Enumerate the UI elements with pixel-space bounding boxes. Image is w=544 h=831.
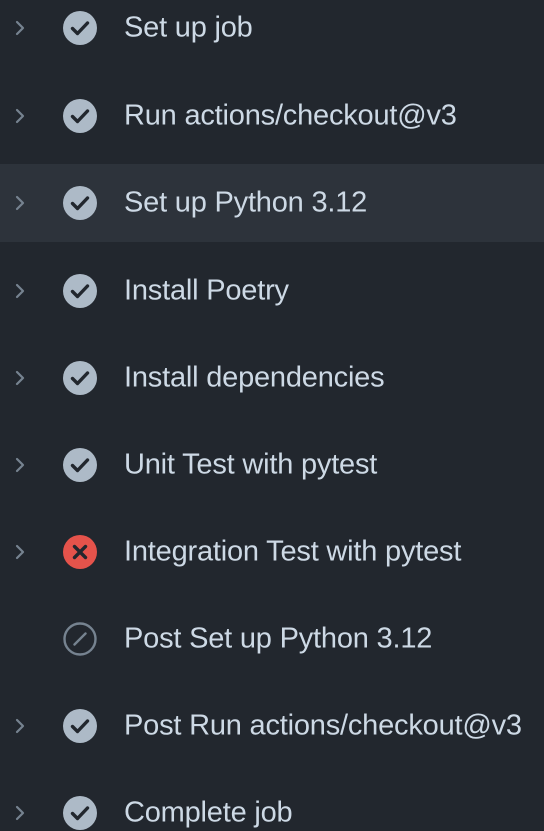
- chevron-right-icon[interactable]: [10, 455, 30, 475]
- step-row-post-run-checkout[interactable]: Post Run actions/checkout@v3: [0, 687, 544, 765]
- check-circle-icon: [62, 10, 98, 46]
- step-row-post-set-up-python[interactable]: Post Set up Python 3.12: [0, 600, 544, 678]
- step-label: Set up job: [124, 11, 253, 44]
- check-circle-icon: [62, 360, 98, 396]
- chevron-right-icon[interactable]: [10, 18, 30, 38]
- check-circle-icon: [62, 708, 98, 744]
- step-label: Install Poetry: [124, 274, 289, 307]
- step-label: Set up Python 3.12: [124, 186, 368, 219]
- step-label: Post Set up Python 3.12: [124, 622, 433, 655]
- step-label: Run actions/checkout@v3: [124, 99, 457, 132]
- step-row-set-up-job[interactable]: Set up job: [0, 0, 544, 67]
- check-circle-icon: [62, 98, 98, 134]
- step-row-integration-test[interactable]: Integration Test with pytest: [0, 513, 544, 591]
- chevron-right-icon[interactable]: [10, 193, 30, 213]
- step-label: Install dependencies: [124, 361, 385, 394]
- chevron-right-icon[interactable]: [10, 281, 30, 301]
- step-row-install-poetry[interactable]: Install Poetry: [0, 252, 544, 330]
- step-row-run-checkout[interactable]: Run actions/checkout@v3: [0, 77, 544, 155]
- step-row-install-dependencies[interactable]: Install dependencies: [0, 339, 544, 417]
- skipped-circle-slash-icon: [62, 621, 98, 657]
- step-row-set-up-python[interactable]: Set up Python 3.12: [0, 164, 544, 242]
- step-label: Unit Test with pytest: [124, 448, 378, 481]
- check-circle-icon: [62, 795, 98, 831]
- step-label: Post Run actions/checkout@v3: [124, 709, 522, 742]
- chevron-right-icon[interactable]: [10, 368, 30, 388]
- chevron-right-icon[interactable]: [10, 542, 30, 562]
- chevron-right-icon[interactable]: [10, 803, 30, 823]
- x-circle-fail-icon: [62, 534, 98, 570]
- workflow-steps-list: Set up job Run actions/checkout@v3 Set u…: [0, 0, 544, 831]
- check-circle-icon: [62, 185, 98, 221]
- step-row-unit-test[interactable]: Unit Test with pytest: [0, 426, 544, 504]
- check-circle-icon: [62, 447, 98, 483]
- step-label: Integration Test with pytest: [124, 535, 462, 568]
- chevron-right-icon[interactable]: [10, 716, 30, 736]
- step-label: Complete job: [124, 796, 293, 829]
- step-row-complete-job[interactable]: Complete job: [0, 774, 544, 831]
- check-circle-icon: [62, 273, 98, 309]
- chevron-right-icon[interactable]: [10, 106, 30, 126]
